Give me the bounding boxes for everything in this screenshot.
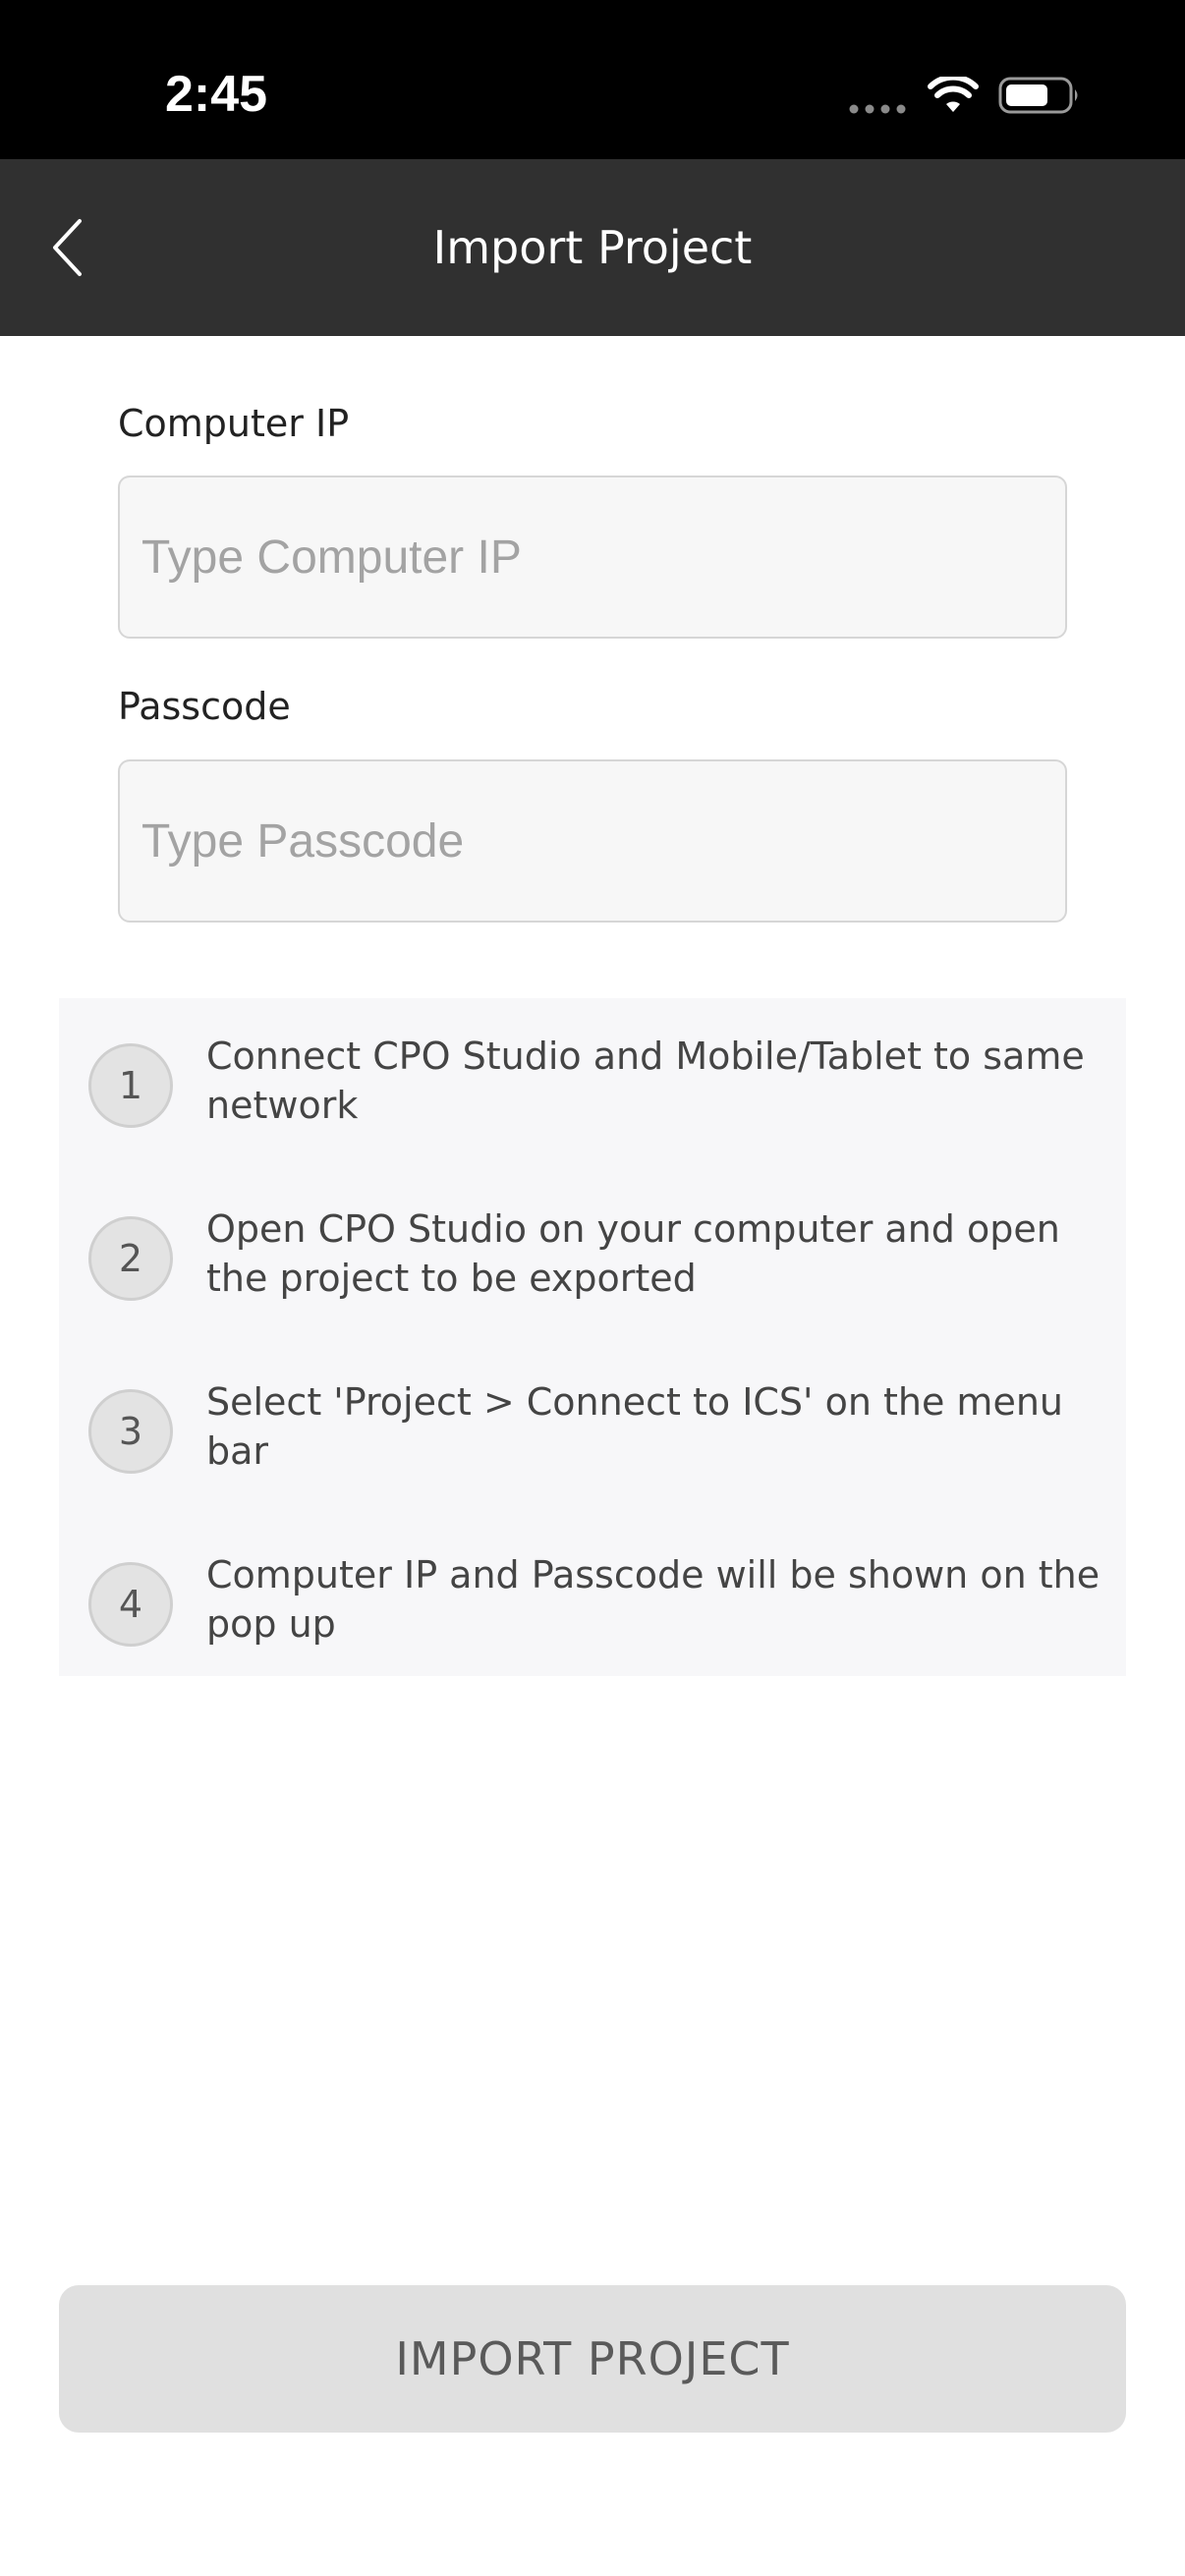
- computer-ip-label: Computer IP: [118, 402, 350, 445]
- step-text: Computer IP and Passcode will be shown o…: [206, 1553, 1100, 1646]
- passcode-label: Passcode: [118, 685, 291, 728]
- wifi-icon: [928, 77, 979, 112]
- status-time: 2:45: [165, 66, 268, 123]
- instruction-step: 1 Connect CPO Studio and Mobile/Tablet t…: [59, 1032, 1126, 1140]
- instructions-panel: 1 Connect CPO Studio and Mobile/Tablet t…: [59, 998, 1126, 1676]
- step-number-badge: 1: [88, 1043, 173, 1128]
- back-button[interactable]: [35, 208, 98, 287]
- step-text: Open CPO Studio on your computer and ope…: [206, 1207, 1060, 1300]
- step-text: Connect CPO Studio and Mobile/Tablet to …: [206, 1035, 1085, 1127]
- status-bar: 2:45: [0, 0, 1185, 159]
- instruction-step: 4 Computer IP and Passcode will be shown…: [59, 1550, 1126, 1658]
- chevron-left-icon: [53, 219, 82, 276]
- step-number-badge: 4: [88, 1562, 173, 1647]
- page-title: Import Project: [432, 221, 753, 274]
- nav-bar: Import Project: [0, 159, 1185, 336]
- step-number-badge: 2: [88, 1216, 173, 1301]
- cellular-signal-icon: [849, 104, 906, 114]
- import-project-button[interactable]: IMPORT PROJECT: [59, 2285, 1126, 2433]
- computer-ip-input[interactable]: [118, 476, 1067, 639]
- step-text: Select 'Project > Connect to ICS' on the…: [206, 1380, 1063, 1473]
- instruction-step: 3 Select 'Project > Connect to ICS' on t…: [59, 1377, 1126, 1485]
- instruction-step: 2 Open CPO Studio on your computer and o…: [59, 1204, 1126, 1313]
- step-number-badge: 3: [88, 1389, 173, 1474]
- battery-icon: [998, 77, 1078, 114]
- passcode-input[interactable]: [118, 759, 1067, 923]
